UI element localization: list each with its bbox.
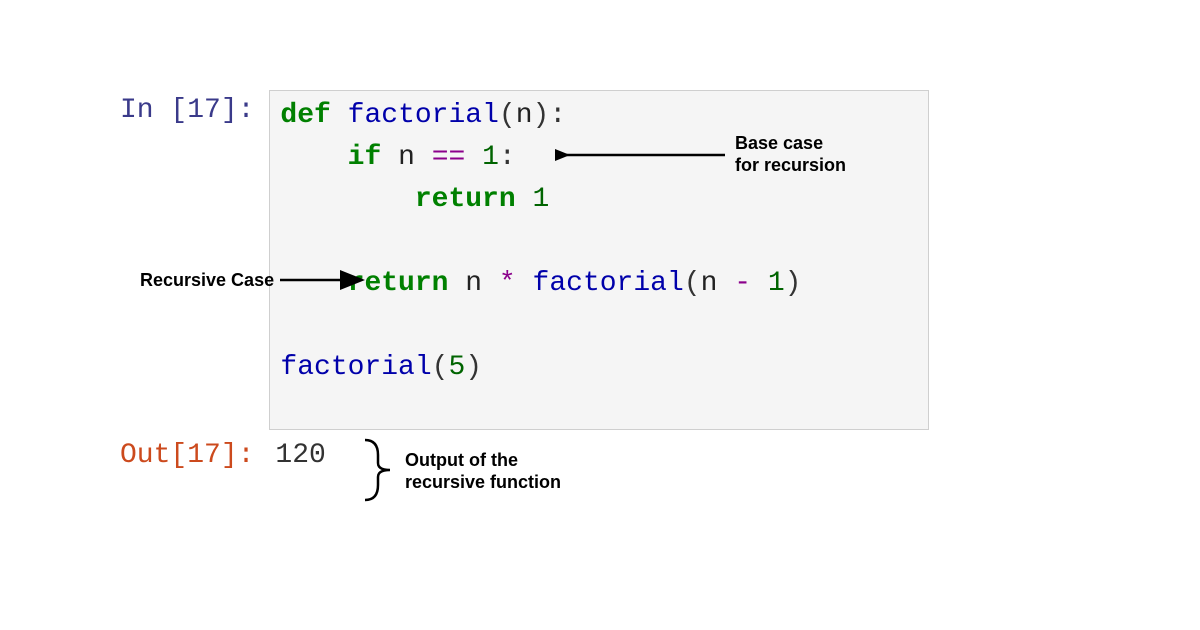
arrow-recursive-case bbox=[275, 270, 370, 290]
annotation-output: Output of the recursive function bbox=[405, 450, 561, 493]
code-line-7: factorial(5) bbox=[280, 347, 918, 389]
brace-output bbox=[360, 435, 400, 505]
code-line-6 bbox=[280, 305, 918, 347]
code-line-3: return 1 bbox=[280, 179, 918, 221]
annotation-recursive-case: Recursive Case bbox=[140, 270, 274, 292]
in-prompt: In [17]: bbox=[120, 90, 269, 126]
arrow-base-case bbox=[555, 145, 735, 165]
code-line-1: def factorial(n): bbox=[280, 95, 918, 137]
output-value: 120 bbox=[269, 440, 325, 471]
code-line-4 bbox=[280, 221, 918, 263]
annotation-base-case: Base case for recursion bbox=[735, 133, 846, 176]
out-prompt: Out[17]: bbox=[120, 440, 269, 471]
code-line-5: return n * factorial(n - 1) bbox=[280, 263, 918, 305]
